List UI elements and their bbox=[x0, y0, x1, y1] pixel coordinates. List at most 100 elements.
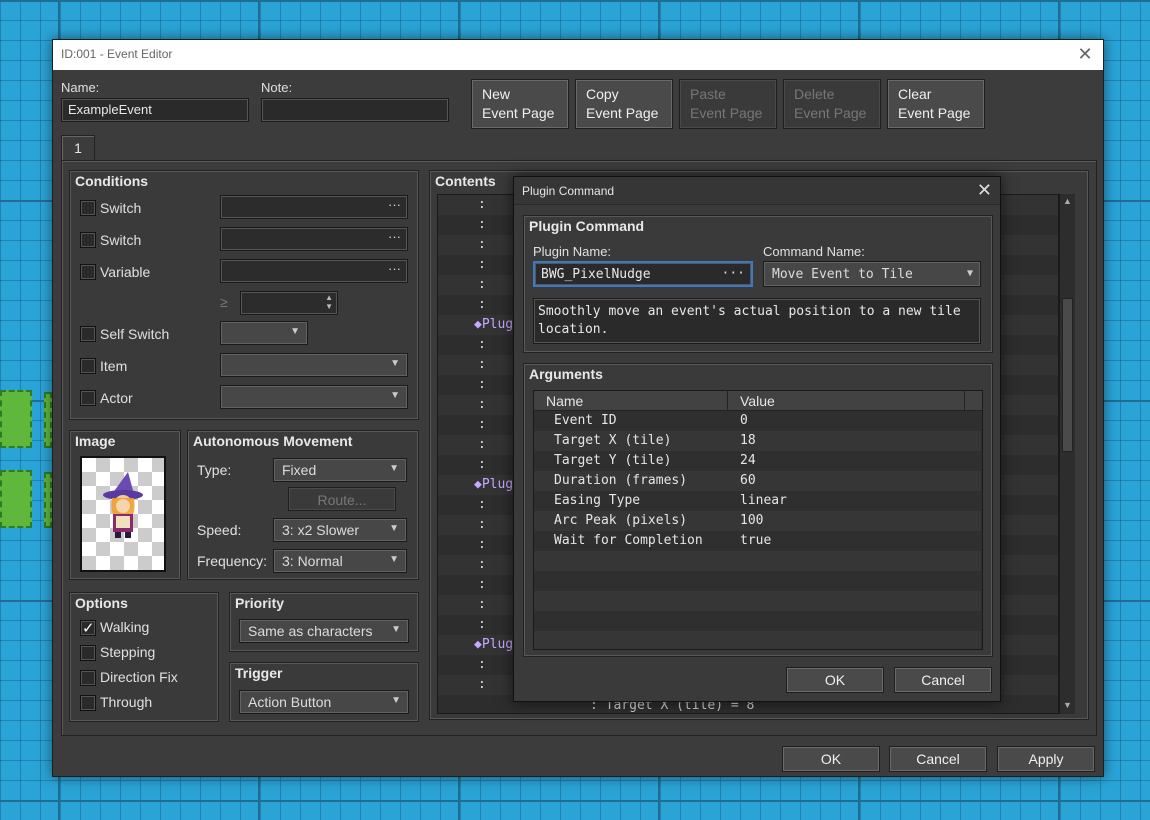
movement-frequency-select[interactable]: 3: Normal ▼ bbox=[273, 549, 407, 573]
stepping-label: Stepping bbox=[100, 644, 156, 660]
actor-checkbox[interactable] bbox=[80, 390, 96, 406]
scroll-up-icon[interactable]: ▲ bbox=[1063, 196, 1072, 206]
cancel-button[interactable]: Cancel bbox=[889, 746, 987, 772]
contents-marker: : bbox=[478, 617, 486, 632]
argument-value[interactable]: 60 bbox=[740, 473, 756, 488]
copy-event-page-button[interactable]: Copy Event Page bbox=[575, 79, 673, 129]
switch2-selector[interactable]: ··· bbox=[220, 227, 408, 251]
autonomous-movement-group: Autonomous Movement Type: Fixed ▼ Route..… bbox=[187, 430, 419, 580]
tab-page-1[interactable]: 1 bbox=[61, 135, 95, 161]
priority-select[interactable]: Same as characters ▼ bbox=[239, 619, 409, 643]
name-label: Name: bbox=[61, 80, 100, 95]
chevron-down-icon: ▼ bbox=[290, 326, 300, 337]
character-image[interactable] bbox=[80, 456, 166, 572]
plugin-command-entry: ◆Plug bbox=[474, 477, 514, 492]
variable-value-spinner[interactable]: ▲ ▼ bbox=[240, 291, 338, 315]
image-title: Image bbox=[75, 433, 116, 449]
argument-value[interactable]: true bbox=[740, 533, 771, 548]
arguments-header: Name Value bbox=[534, 391, 982, 411]
contents-marker: : bbox=[478, 277, 486, 292]
trigger-select[interactable]: Action Button ▼ bbox=[239, 690, 409, 714]
stepping-checkbox[interactable] bbox=[80, 645, 96, 661]
argument-value[interactable]: 100 bbox=[740, 513, 763, 528]
column-name-header[interactable]: Name bbox=[546, 393, 583, 409]
arguments-group: Arguments Name Value Event ID 0 Target X (… bbox=[523, 363, 993, 657]
argument-row[interactable]: Arc Peak (pixels) 100 bbox=[534, 511, 981, 531]
switch1-checkbox[interactable] bbox=[80, 200, 96, 216]
self-switch-select[interactable]: ▼ bbox=[220, 321, 308, 345]
arguments-table[interactable]: Name Value Event ID 0 Target X (tile) 18 Tar… bbox=[533, 390, 983, 650]
walking-checkbox[interactable] bbox=[80, 619, 96, 637]
argument-row[interactable]: Target Y (tile) 24 bbox=[534, 451, 981, 471]
chevron-down-icon: ▼ bbox=[391, 624, 401, 635]
ellipsis-icon: ··· bbox=[388, 229, 401, 244]
actor-select[interactable]: ▼ bbox=[220, 385, 408, 409]
plugin-cancel-button[interactable]: Cancel bbox=[894, 667, 992, 693]
name-field[interactable]: ExampleEvent bbox=[61, 98, 249, 122]
spinner-arrows-icon: ▲ ▼ bbox=[325, 293, 333, 311]
contents-scrollbar[interactable]: ▲ ▼ bbox=[1059, 194, 1075, 714]
scroll-down-icon[interactable]: ▼ bbox=[1063, 700, 1072, 710]
ellipsis-icon[interactable]: ··· bbox=[722, 266, 745, 281]
self-switch-checkbox[interactable] bbox=[80, 326, 96, 342]
argument-row-empty bbox=[534, 591, 981, 611]
command-name-select[interactable]: Move Event to Tile ▼ bbox=[763, 261, 981, 287]
plugin-dialog-titlebar: Plugin Command ✕ bbox=[514, 177, 1000, 205]
apply-button[interactable]: Apply bbox=[997, 746, 1095, 772]
variable-selector[interactable]: ··· bbox=[220, 259, 408, 283]
new-event-page-button[interactable]: New Event Page bbox=[471, 79, 569, 129]
movement-speed-select[interactable]: 3: x2 Slower ▼ bbox=[273, 518, 407, 542]
delete-event-page-button[interactable]: Delete Event Page bbox=[783, 79, 881, 129]
contents-marker: : bbox=[478, 417, 486, 432]
switch2-checkbox[interactable] bbox=[80, 232, 96, 248]
movement-type-select[interactable]: Fixed ▼ bbox=[273, 458, 407, 482]
argument-row[interactable]: Wait for Completion true bbox=[534, 531, 981, 551]
options-title: Options bbox=[75, 595, 128, 611]
plugin-dialog-title: Plugin Command bbox=[522, 184, 615, 198]
argument-value[interactable]: 24 bbox=[740, 453, 756, 468]
note-field[interactable] bbox=[261, 98, 449, 122]
argument-name: Easing Type bbox=[554, 493, 641, 508]
argument-row[interactable]: Duration (frames) 60 bbox=[534, 471, 981, 491]
argument-row[interactable]: Easing Type linear bbox=[534, 491, 981, 511]
argument-value[interactable]: 0 bbox=[740, 413, 748, 428]
actor-label: Actor bbox=[100, 390, 133, 406]
map-grass-tile bbox=[44, 392, 52, 448]
chevron-down-icon: ▼ bbox=[391, 695, 401, 706]
clear-event-page-button[interactable]: Clear Event Page bbox=[887, 79, 985, 129]
argument-row[interactable]: Event ID 0 bbox=[534, 411, 981, 431]
argument-value[interactable]: 18 bbox=[740, 433, 756, 448]
plugin-name-label: Plugin Name: bbox=[533, 244, 612, 259]
argument-name: Duration (frames) bbox=[554, 473, 688, 488]
argument-row[interactable]: Target X (tile) 18 bbox=[534, 431, 981, 451]
button-line: Event Page bbox=[586, 105, 659, 121]
contents-marker: : bbox=[478, 397, 486, 412]
scroll-thumb[interactable] bbox=[1062, 298, 1073, 452]
conditions-title: Conditions bbox=[75, 173, 149, 189]
column-value-header[interactable]: Value bbox=[740, 393, 775, 409]
arguments-rows: Event ID 0 Target X (tile) 18 Target Y (tile… bbox=[534, 411, 982, 649]
contents-marker: : bbox=[478, 677, 486, 692]
plugin-command-entry: ◆Plug bbox=[474, 317, 514, 332]
self-switch-label: Self Switch bbox=[100, 326, 170, 342]
variable-checkbox[interactable] bbox=[80, 264, 96, 280]
switch1-selector[interactable]: ··· bbox=[220, 195, 408, 219]
item-checkbox[interactable] bbox=[80, 358, 96, 374]
route-button[interactable]: Route... bbox=[288, 487, 396, 511]
speed-label: Speed: bbox=[197, 522, 242, 538]
contents-marker: : bbox=[478, 377, 486, 392]
column-divider bbox=[727, 391, 728, 411]
ok-button[interactable]: OK bbox=[782, 746, 880, 772]
direction-fix-checkbox[interactable] bbox=[80, 670, 96, 686]
plugin-ok-button[interactable]: OK bbox=[786, 667, 884, 693]
item-select[interactable]: ▼ bbox=[220, 353, 408, 377]
close-icon[interactable]: ✕ bbox=[977, 180, 992, 201]
contents-marker: : bbox=[478, 437, 486, 452]
plugin-command-group-title: Plugin Command bbox=[529, 218, 645, 234]
through-checkbox[interactable] bbox=[80, 695, 96, 711]
paste-event-page-button[interactable]: Paste Event Page bbox=[679, 79, 777, 129]
close-icon[interactable]: ✕ bbox=[1075, 44, 1095, 64]
contents-marker: : bbox=[478, 297, 486, 312]
argument-value[interactable]: linear bbox=[740, 493, 787, 508]
plugin-name-field[interactable]: BWG_PixelNudge ··· bbox=[533, 261, 753, 287]
